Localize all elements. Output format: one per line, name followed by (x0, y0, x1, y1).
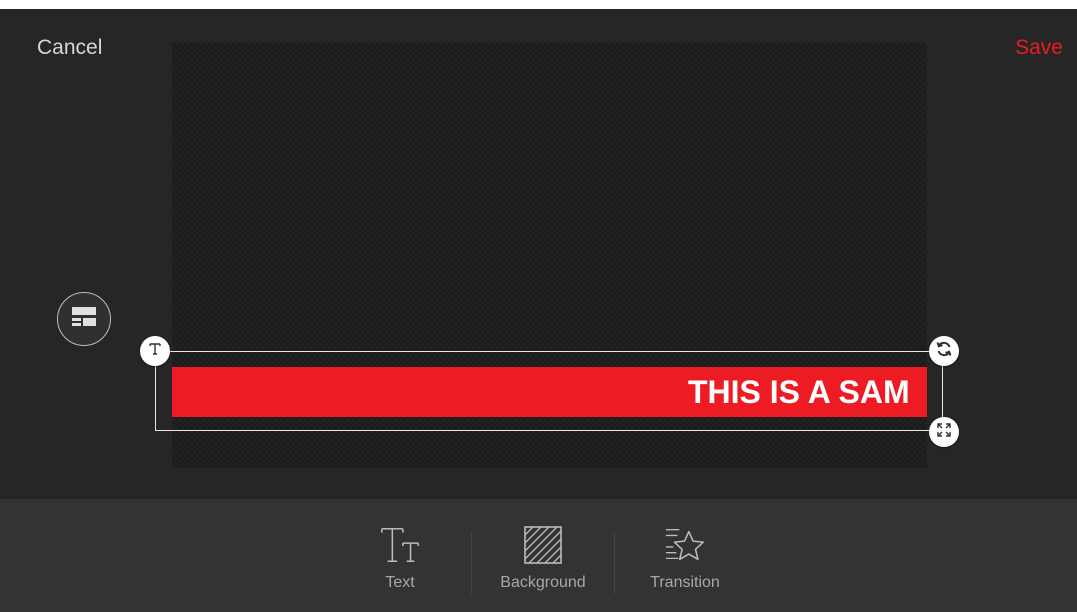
cancel-button[interactable]: Cancel (37, 36, 102, 60)
rotate-icon (935, 340, 953, 363)
text-tool-label: Text (385, 574, 415, 591)
background-pattern-icon (521, 523, 565, 567)
transition-tool-button[interactable]: Transition (638, 523, 732, 603)
expand-icon (937, 422, 951, 442)
editor-app: Cancel Save THIS IS A SAM Text Backgroun… (0, 9, 1077, 612)
toolbar-divider (471, 532, 472, 594)
background-tool-button[interactable]: Background (492, 523, 594, 603)
layout-button[interactable] (57, 292, 111, 346)
text-handle-button[interactable] (140, 336, 170, 366)
preview-canvas[interactable]: THIS IS A SAM (172, 43, 927, 468)
background-tool-label: Background (500, 574, 586, 591)
layout-icon (71, 306, 97, 333)
resize-handle-button[interactable] (929, 417, 959, 447)
text-tool-button[interactable]: Text (371, 523, 429, 603)
bottom-toolbar: Text Background Transition (0, 499, 1077, 612)
text-icon (147, 341, 163, 362)
star-transition-icon (663, 523, 707, 567)
transition-tool-label: Transition (650, 574, 720, 591)
lower-third-banner[interactable]: THIS IS A SAM (172, 367, 927, 417)
banner-text: THIS IS A SAM (688, 374, 910, 410)
rotate-handle-button[interactable] (929, 336, 959, 366)
toolbar-divider (614, 532, 615, 594)
save-button[interactable]: Save (1015, 36, 1063, 60)
text-style-icon (378, 523, 422, 567)
